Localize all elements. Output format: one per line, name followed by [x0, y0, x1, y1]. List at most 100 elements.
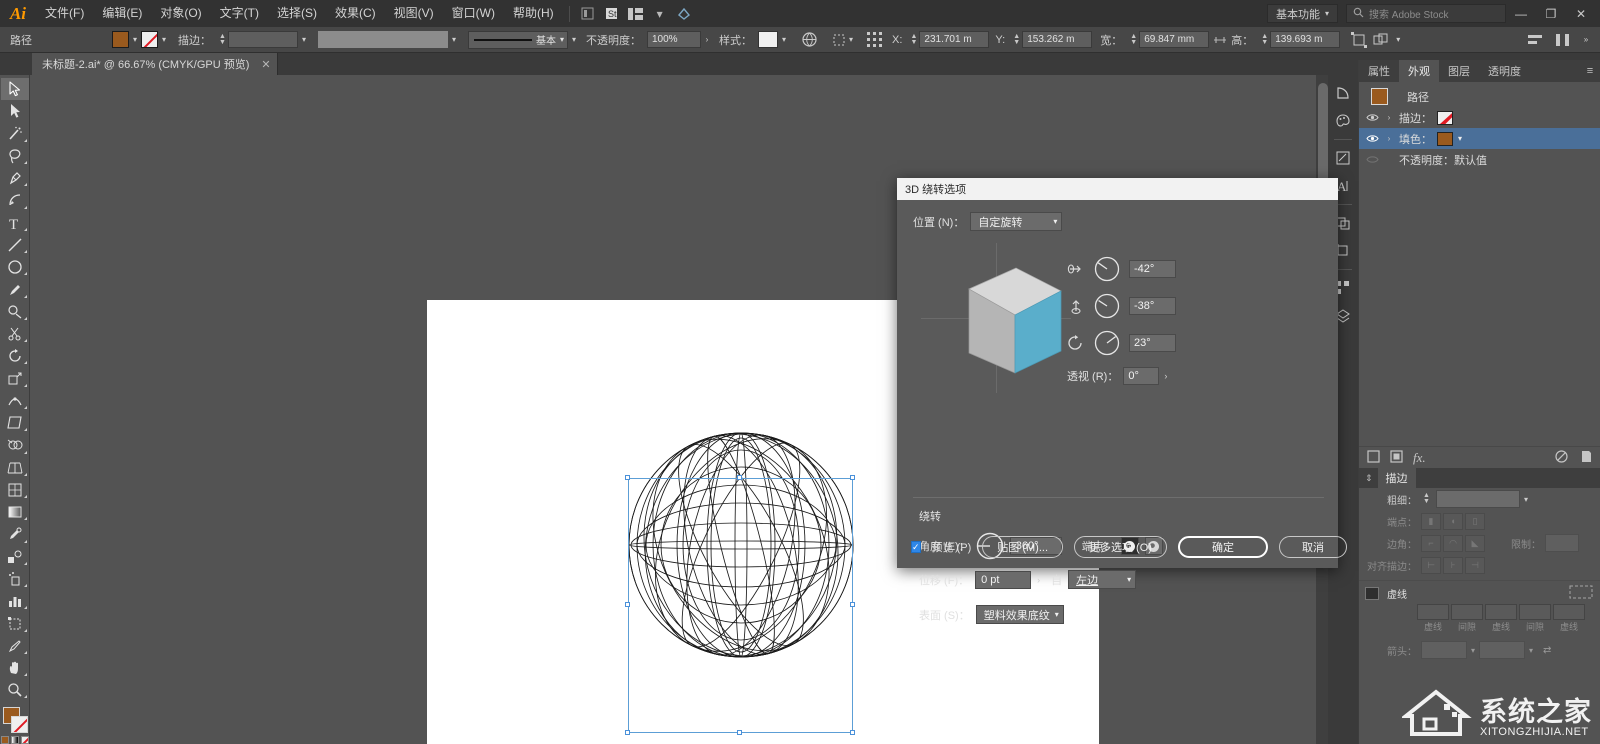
stroke-color-swatch[interactable] — [141, 31, 158, 48]
delete-item-icon[interactable] — [1580, 450, 1593, 466]
ellipse-tool[interactable] — [1, 256, 29, 278]
round-join-button[interactable]: ◠ — [1443, 535, 1463, 552]
gap-input-1[interactable] — [1451, 604, 1483, 620]
projecting-cap-button[interactable]: ▯ — [1465, 513, 1485, 530]
search-adobe-icon[interactable] — [672, 4, 696, 24]
miter-limit-input[interactable] — [1545, 534, 1579, 552]
variable-width-profile[interactable] — [318, 31, 448, 48]
none-button[interactable] — [21, 736, 29, 744]
position-dropdown[interactable]: 自定旋转 ▾ — [970, 212, 1062, 231]
brushes-panel-icon[interactable] — [1330, 145, 1356, 171]
distribute-icon[interactable] — [1552, 30, 1574, 50]
arrow-end-dropdown[interactable] — [1479, 641, 1525, 659]
direct-selection-tool[interactable] — [1, 100, 29, 122]
selection-handle[interactable] — [850, 602, 855, 607]
y-input[interactable]: 153.262 m — [1022, 31, 1092, 48]
mesh-tool[interactable] — [1, 479, 29, 501]
chevron-down-icon[interactable]: ▾ — [1471, 646, 1475, 655]
perspective-input[interactable]: 0° — [1123, 367, 1159, 385]
close-button[interactable]: ✕ — [1566, 0, 1596, 27]
visibility-eye-icon[interactable] — [1365, 113, 1379, 122]
preview-checkbox[interactable]: ✓ — [911, 541, 921, 553]
revolve-from-dropdown[interactable]: 左边 ▾ — [1068, 570, 1136, 589]
gap-input-2[interactable] — [1519, 604, 1551, 620]
pen-tool[interactable] — [1, 167, 29, 189]
stroke-weight-input[interactable] — [228, 31, 298, 48]
zoom-tool[interactable] — [1, 679, 29, 701]
3d-revolve-options-dialog[interactable]: 3D 绕转选项 位置 (N)： 自定旋转 ▾ — [897, 178, 1338, 568]
cancel-button[interactable]: 取消 — [1279, 536, 1347, 558]
align-panel-icon[interactable] — [1524, 30, 1546, 50]
blend-tool[interactable] — [1, 546, 29, 568]
chevron-down-icon[interactable]: ▾ — [1458, 134, 1462, 143]
slice-tool[interactable] — [1, 635, 29, 657]
duplicate-item-icon[interactable] — [1390, 450, 1403, 466]
selection-handle[interactable] — [737, 475, 742, 480]
dash-input-1[interactable] — [1417, 604, 1449, 620]
stroke-weight-input[interactable] — [1436, 490, 1520, 508]
menu-file[interactable]: 文件(F) — [36, 0, 93, 27]
clear-appearance-icon[interactable] — [1555, 450, 1568, 466]
document-tab[interactable]: 未标题-2.ai* @ 66.67% (CMYK/GPU 预览) ✕ — [32, 53, 278, 75]
selection-handle[interactable] — [850, 730, 855, 735]
tab-layers[interactable]: 图层 — [1439, 60, 1479, 82]
ok-button[interactable]: 确定 — [1178, 536, 1268, 558]
stroke-dropdown-icon[interactable]: ▾ — [158, 31, 170, 48]
scale-tool[interactable] — [1, 367, 29, 389]
w-stepper[interactable]: ▲▼ — [1128, 34, 1139, 46]
shaper-tool[interactable] — [1, 301, 29, 323]
stroke-weight-stepper[interactable]: ▲▼ — [1421, 493, 1432, 505]
offset-slider-icon[interactable]: › — [1037, 575, 1040, 585]
chevron-down-icon[interactable]: ▾ — [1529, 646, 1533, 655]
constrain-proportions-icon[interactable] — [1209, 30, 1231, 50]
fill-color-swatch[interactable] — [112, 31, 129, 48]
tab-transparency[interactable]: 透明度 — [1479, 60, 1530, 82]
appearance-fill-row[interactable]: › 填色： ▾ — [1359, 128, 1600, 149]
stroke-panel-title[interactable]: 描边 — [1378, 468, 1416, 488]
recolor-artwork-icon[interactable] — [798, 30, 820, 50]
width-profile-dropdown-icon[interactable]: ▾ — [448, 31, 460, 48]
opacity-input[interactable]: 100% — [647, 31, 701, 48]
x-stepper[interactable]: ▲▼ — [908, 34, 919, 46]
dashed-line-checkbox[interactable] — [1365, 587, 1379, 600]
menu-object[interactable]: 对象(O) — [151, 0, 210, 27]
color-panel-icon[interactable] — [1330, 108, 1356, 134]
round-cap-button[interactable]: ◖ — [1443, 513, 1463, 530]
dash-align-icon[interactable] — [1569, 585, 1593, 602]
panel-collapse-icon[interactable]: ⇕ — [1365, 473, 1373, 484]
map-art-button[interactable]: 贴图 (M)... — [982, 536, 1063, 558]
controlbar-overflow-icon[interactable]: » — [1580, 31, 1592, 48]
stroke-style-dropdown[interactable]: 基本 ▾ — [468, 31, 568, 49]
perspective-slider-icon[interactable]: › — [1164, 371, 1167, 381]
curvature-tool[interactable] — [1, 189, 29, 211]
gradient-button[interactable] — [11, 736, 19, 744]
arrange-objects-icon[interactable] — [1370, 30, 1392, 50]
appearance-target-row[interactable]: 路径 — [1359, 86, 1600, 107]
rotate-y-dial[interactable] — [1094, 293, 1120, 319]
rotate-x-dial[interactable] — [1094, 256, 1120, 282]
selection-handle[interactable] — [737, 730, 742, 735]
align-inside-button[interactable]: ⊦ — [1443, 557, 1463, 574]
align-center-button[interactable]: ⊢ — [1421, 557, 1441, 574]
stroke-weight-dropdown-icon[interactable]: ▾ — [298, 31, 310, 48]
menu-select[interactable]: 选择(S) — [268, 0, 326, 27]
magic-wand-tool[interactable] — [1, 123, 29, 145]
stock-icon[interactable]: St — [600, 4, 624, 24]
selection-handle[interactable] — [625, 475, 630, 480]
toolbar-stroke-swatch[interactable] — [11, 716, 28, 733]
workspace-switcher[interactable]: 基本功能 ▾ — [1267, 4, 1338, 23]
cube-preview[interactable] — [921, 243, 1071, 393]
arrange-dropdown-icon[interactable]: ▾ — [1392, 31, 1404, 48]
gradient-tool[interactable] — [1, 501, 29, 523]
rotate-x-input[interactable]: -42° — [1129, 260, 1176, 278]
width-tool[interactable] — [1, 390, 29, 412]
rotation-cube-widget[interactable] — [921, 243, 1071, 393]
hand-tool[interactable] — [1, 657, 29, 679]
visibility-eye-icon[interactable] — [1365, 134, 1379, 143]
symbol-sprayer-tool[interactable] — [1, 568, 29, 590]
brush-dropdown-icon[interactable]: ▾ — [568, 31, 580, 48]
menu-edit[interactable]: 编辑(E) — [93, 0, 151, 27]
rotate-tool[interactable] — [1, 345, 29, 367]
style-dropdown-icon[interactable]: ▾ — [778, 31, 790, 48]
height-input[interactable]: 139.693 m — [1270, 31, 1340, 48]
